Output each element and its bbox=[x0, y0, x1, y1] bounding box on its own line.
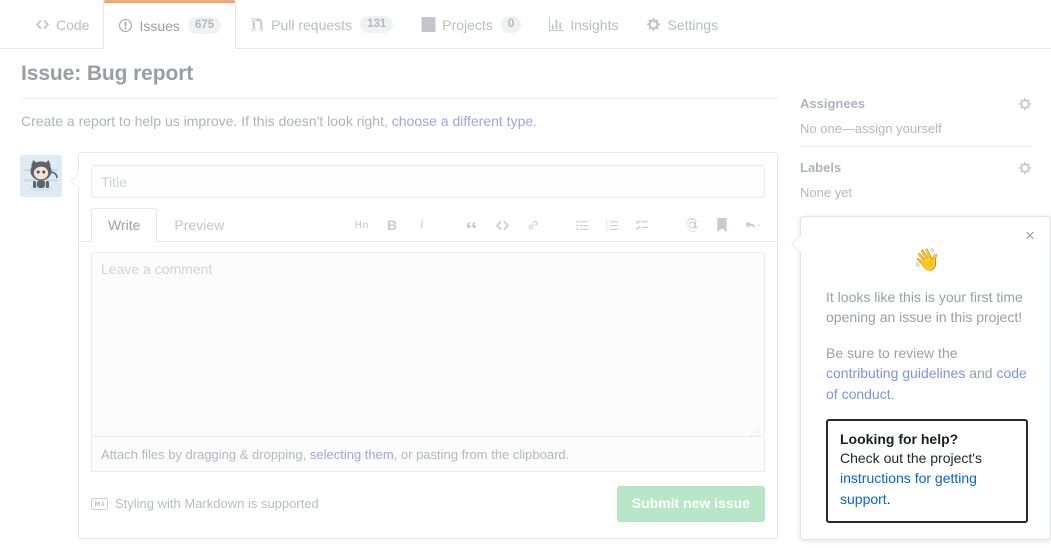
looking-for-help-box: Looking for help? Check out the project'… bbox=[826, 419, 1028, 524]
mention-icon[interactable] bbox=[679, 214, 705, 236]
nav-tab-pull-requests[interactable]: Pull requests 131 bbox=[236, 0, 407, 49]
close-icon[interactable]: × bbox=[1021, 226, 1039, 244]
page-subtitle: Create a report to help us improve. If t… bbox=[21, 113, 778, 129]
support-instructions-link[interactable]: instructions for getting support bbox=[840, 470, 977, 506]
help-box-text: Check out the project's instructions for… bbox=[840, 448, 1014, 509]
ordered-list-icon[interactable]: 123 bbox=[599, 214, 625, 236]
comment-area bbox=[79, 242, 777, 442]
nav-tab-issues-count: 675 bbox=[187, 16, 222, 35]
issue-form: Write Preview B i bbox=[70, 152, 778, 539]
nav-tab-settings-label: Settings bbox=[667, 16, 719, 33]
task-list-icon[interactable] bbox=[629, 214, 655, 236]
assignees-title: Assignees bbox=[800, 96, 866, 111]
attach-files-bar[interactable]: Attach files by dragging & dropping, sel… bbox=[91, 438, 765, 473]
heading-icon[interactable] bbox=[349, 214, 375, 236]
nav-tab-insights[interactable]: Insights bbox=[535, 0, 632, 49]
subtitle-text: Create a report to help us improve. If t… bbox=[21, 113, 392, 129]
tab-write[interactable]: Write bbox=[91, 208, 158, 243]
labels-value[interactable]: None yet bbox=[800, 185, 1032, 200]
sidebar-section-assignees: Assignees No one—assign yourself bbox=[800, 96, 1032, 147]
subtitle-period: . bbox=[533, 113, 538, 129]
popup-p2-before: Be sure to review the bbox=[826, 344, 958, 361]
issue-title-input[interactable] bbox=[91, 165, 765, 198]
selecting-them-link[interactable]: selecting them bbox=[310, 447, 394, 462]
form-footer: Styling with Markdown is supported Submi… bbox=[79, 472, 777, 537]
code-icon bbox=[35, 17, 50, 32]
labels-gear-icon[interactable] bbox=[1018, 161, 1032, 175]
italic-icon[interactable]: i bbox=[409, 214, 435, 236]
quote-icon[interactable] bbox=[459, 214, 485, 236]
nav-tab-projects[interactable]: Projects 0 bbox=[407, 0, 535, 49]
markdown-note-label: Styling with Markdown is supported bbox=[115, 496, 319, 512]
nav-tab-projects-label: Projects bbox=[442, 16, 493, 33]
form-caret-inner bbox=[71, 173, 80, 189]
issue-opened-icon bbox=[118, 18, 133, 33]
git-pull-request-icon bbox=[250, 17, 265, 32]
assignees-gear-icon[interactable] bbox=[1018, 97, 1032, 111]
help-text-after: . bbox=[886, 490, 891, 507]
help-box-title: Looking for help? bbox=[840, 431, 959, 448]
attach-text-before: Attach files by dragging & dropping, bbox=[101, 447, 310, 463]
bold-icon[interactable]: B bbox=[379, 214, 405, 236]
sidebar-section-labels: Labels None yet bbox=[800, 160, 1032, 210]
markdown-supported-note[interactable]: Styling with Markdown is supported bbox=[91, 496, 319, 511]
popup-p2-after: . bbox=[890, 385, 895, 402]
resize-grip-icon[interactable] bbox=[750, 427, 760, 437]
reply-icon[interactable] bbox=[739, 214, 765, 236]
first-time-contributor-popup: × 👋 It looks like this is your first tim… bbox=[791, 216, 1051, 541]
unordered-list-icon[interactable] bbox=[569, 214, 595, 236]
nav-tab-issues-label: Issues bbox=[139, 17, 180, 34]
page-header: Issue: Bug report Create a report to hel… bbox=[21, 62, 778, 129]
markdown-toolbar: B i 1 2 3 bbox=[349, 214, 765, 242]
comment-textarea[interactable] bbox=[91, 252, 765, 438]
tab-preview[interactable]: Preview bbox=[157, 208, 241, 242]
contributing-guidelines-link[interactable]: contributing guidelines bbox=[826, 365, 965, 381]
help-text-before: Check out the project's bbox=[840, 450, 982, 467]
gear-icon bbox=[646, 17, 661, 32]
assignees-header: Assignees bbox=[800, 96, 1032, 111]
labels-header: Labels bbox=[800, 160, 1032, 175]
nav-tab-code[interactable]: Code bbox=[21, 0, 103, 49]
graph-icon bbox=[549, 17, 565, 32]
choose-different-type-link[interactable]: choose a different type bbox=[392, 113, 533, 129]
nav-tab-projects-count: 0 bbox=[500, 15, 522, 34]
avatar bbox=[20, 155, 62, 197]
code-icon[interactable] bbox=[489, 214, 515, 236]
link-icon[interactable] bbox=[519, 214, 545, 236]
markdown-icon bbox=[91, 497, 108, 510]
page-title: Issue: Bug report bbox=[21, 62, 194, 85]
assignees-value[interactable]: No one—assign yourself bbox=[800, 121, 1032, 136]
nav-tab-issues[interactable]: Issues 675 bbox=[103, 0, 237, 49]
title-divider bbox=[21, 98, 778, 99]
project-icon bbox=[421, 17, 436, 32]
saved-reply-icon[interactable] bbox=[709, 214, 735, 236]
popup-paragraph-2: Be sure to review the contributing guide… bbox=[826, 343, 1028, 404]
repo-nav: Code Issues 675 Pull requests 131 Projec… bbox=[0, 0, 1051, 49]
labels-title: Labels bbox=[800, 160, 842, 175]
nav-tab-insights-label: Insights bbox=[570, 16, 619, 33]
svg-text:3: 3 bbox=[605, 227, 608, 232]
nav-tab-pull-requests-label: Pull requests bbox=[271, 16, 353, 33]
popup-paragraph-1: It looks like this is your first time op… bbox=[826, 289, 1023, 326]
write-preview-tabnav: Write Preview B i 1 2 3 bbox=[79, 198, 777, 243]
attach-text-after: , or pasting from the clipboard. bbox=[393, 447, 570, 463]
nav-tab-settings[interactable]: Settings bbox=[632, 0, 732, 49]
nav-tab-pull-requests-count: 131 bbox=[360, 15, 394, 34]
issue-sidebar: Assignees No one—assign yourself Labels … bbox=[800, 96, 1032, 223]
waving-hand-icon: 👋 bbox=[913, 247, 941, 272]
github-new-issue-page: Code Issues 675 Pull requests 131 Projec… bbox=[0, 0, 1051, 548]
popup-caret-inner bbox=[792, 235, 802, 253]
title-field-row bbox=[79, 153, 777, 198]
popup-p2-mid: and bbox=[965, 365, 997, 382]
nav-tab-code-label: Code bbox=[56, 16, 90, 33]
submit-new-issue-button[interactable]: Submit new issue bbox=[616, 486, 765, 522]
